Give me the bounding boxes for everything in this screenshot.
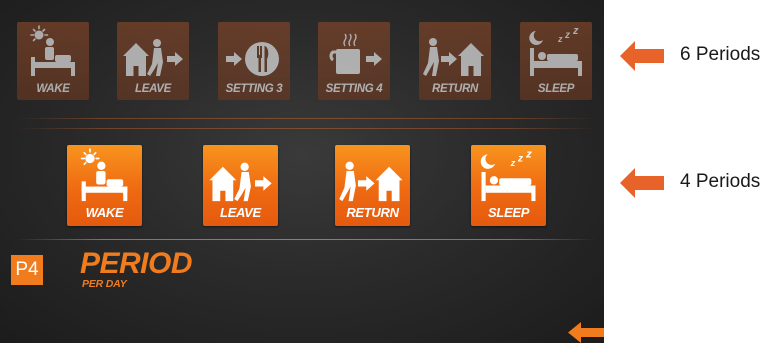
annotation-six-periods: 6 Periods [680,44,761,65]
svg-text:z: z [572,25,579,37]
annotation-arrow-icon [620,41,664,71]
period-tile-return[interactable]: RETURN [419,22,491,100]
tile-label: SLEEP [487,205,530,220]
period-tile-leave[interactable]: LEAVE [117,22,189,100]
period-tile-setting-3[interactable]: SETTING 3 [218,22,290,100]
tile-label: SETTING 3 [225,83,283,95]
tile-label: WAKE [85,205,124,220]
svg-text:z: z [525,148,532,160]
period-tile-leave[interactable]: LEAVE [203,145,278,226]
period-count-badge[interactable]: P4 [11,255,43,285]
tile-label: LEAVE [220,205,261,220]
period-tile-sleep[interactable]: z z z SLEEP [520,22,592,100]
svg-text:z: z [510,158,516,168]
period-title: PERIOD [80,247,193,280]
tile-label: SETTING 4 [325,83,383,95]
period-tile-wake[interactable]: WAKE [17,22,89,100]
thermostat-screen: WAKE LEAVE SETTING 3 SETTING 4 RETURN z … [0,0,604,343]
tile-label: LEAVE [135,83,171,95]
tile-label: WAKE [36,83,70,95]
svg-text:z: z [517,154,524,165]
back-arrow-icon[interactable] [568,322,604,343]
period-tile-return[interactable]: RETURN [335,145,410,226]
period-subtitle: PER DAY [82,278,127,290]
period-tile-wake[interactable]: WAKE [67,145,142,226]
period-tile-sleep[interactable]: z z z SLEEP [471,145,546,226]
annotation-arrow-icon [620,168,664,198]
tile-label: RETURN [431,83,479,95]
divider [16,118,596,119]
tile-label: RETURN [346,205,399,220]
svg-text:z: z [557,34,563,44]
divider [16,239,596,240]
tile-label: SLEEP [537,83,575,95]
period-tile-setting-4[interactable]: SETTING 4 [318,22,390,100]
svg-text:z: z [564,30,570,41]
annotation-four-periods: 4 Periods [680,171,761,192]
divider [16,128,596,129]
